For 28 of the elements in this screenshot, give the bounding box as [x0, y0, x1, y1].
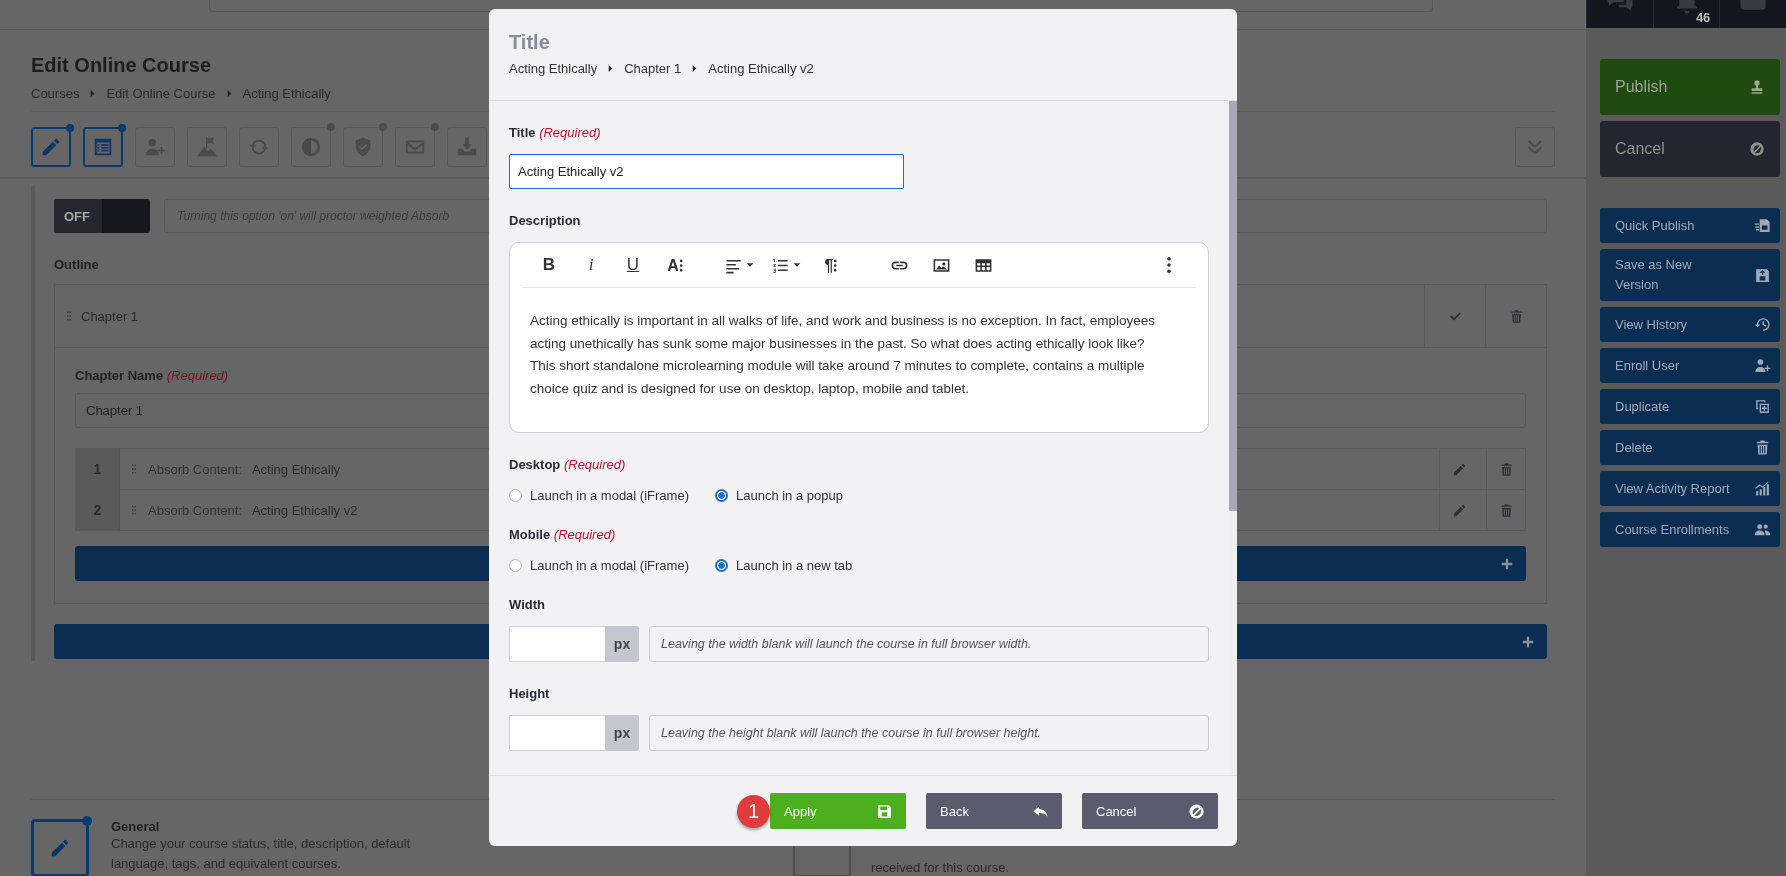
required-note: (Required) [563, 457, 626, 472]
description-text: Acting ethically is important in all walks of life, and work and business is no exception. In fact, employees acting unethically has sunk some major businesses in the past. So what does acting ethically look like? This short standalone microlearning module will take around 7 minutes to complete, contains a multiple choice quiz and is designed for use on desktop, laptop, mobile and tablet. [529, 312, 1157, 398]
modal-title: Title [509, 30, 551, 55]
field-label: Description [509, 213, 581, 228]
hint-text: Leaving the height blank will launch the course in full browser height. [661, 726, 1042, 740]
content-title: Acting Ethically [251, 461, 341, 477]
section-title: General [111, 819, 161, 834]
field-label: Title [509, 125, 536, 140]
unit-addon: px [605, 626, 639, 662]
field-value: Chapter 1 [86, 403, 144, 418]
section-description: received for this course. [871, 859, 1010, 876]
required-note: (Required) [539, 125, 601, 140]
section-description: Change your course status, title, description, default language, tags, and equivalent courses. [111, 835, 412, 873]
unit-addon: px [605, 715, 639, 751]
page-title: Edit Online Course [31, 53, 212, 77]
step-badge: 1 [737, 794, 770, 828]
content-title: Acting Ethically v2 [251, 502, 358, 518]
field-label: Chapter Name [75, 368, 164, 383]
required-note: (Required) [166, 368, 229, 383]
chapter-title: Chapter 1 [81, 308, 139, 324]
field-label: Desktop [509, 457, 561, 472]
field-label: Width [509, 597, 545, 612]
required-note: (Required) [553, 527, 616, 542]
hint-text: Leaving the width blank will launch the course in full browser width. [661, 637, 1032, 651]
field-label: Mobile [509, 527, 551, 542]
field-label: Height [509, 686, 550, 701]
section-label: Outline [54, 257, 99, 272]
notification-count: 46 [1695, 10, 1711, 25]
